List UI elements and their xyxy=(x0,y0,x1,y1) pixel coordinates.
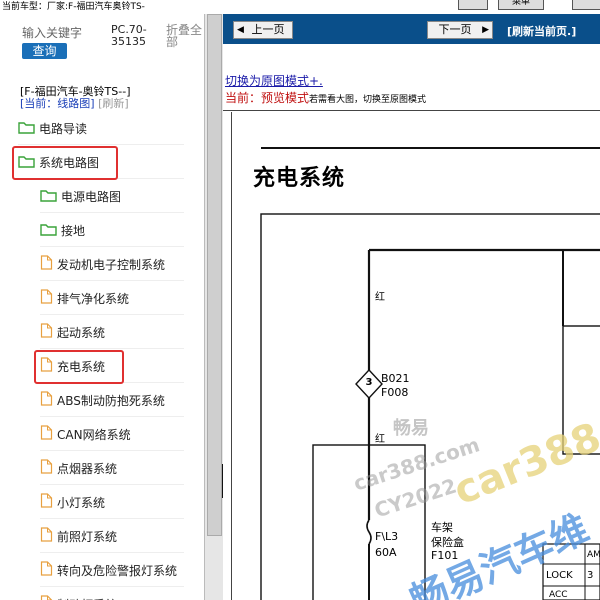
folder-icon xyxy=(40,183,57,213)
search-box: 输入关键字 查询 xyxy=(22,24,92,59)
tree-item[interactable]: 起动系统 xyxy=(40,318,184,349)
current-car-label: 当前车型：厂家:F-福田汽车奥铃TS- xyxy=(2,2,145,12)
folder-icon xyxy=(40,217,57,247)
tree-item[interactable]: 前照灯系统 xyxy=(40,522,184,553)
arrow-right-icon: ▶ xyxy=(482,25,489,35)
fusebox-label-2: 保险盒 xyxy=(431,536,464,549)
left-panel: 输入关键字 查询 PC.70- 35135 折叠全 部 [F-福田汽车-奥铃TS… xyxy=(0,14,204,600)
diagram-title: 充电系统 xyxy=(253,166,346,191)
tree-item[interactable]: ABS制动防抱死系统 xyxy=(40,386,184,417)
page-icon xyxy=(40,319,53,349)
page-icon xyxy=(40,523,53,553)
tree-item[interactable]: 转向及危险警报灯系统 xyxy=(40,556,184,587)
scrollbar-thumb[interactable] xyxy=(207,14,222,536)
ignition-am-label: AM xyxy=(587,550,600,560)
top-bar: 当前车型：厂家:F-福田汽车奥铃TS- 菜单 xyxy=(0,0,600,14)
menu-button[interactable]: 菜单 xyxy=(498,0,544,10)
breadcrumb: [F-福田汽车-奥铃TS--] [当前：线路图] [刷新] xyxy=(20,86,131,110)
ignition-acc-label: ACC xyxy=(549,590,568,600)
preview-mode-label: 当前：预览模式 xyxy=(225,91,310,105)
refresh-page-link[interactable]: [刷新当前页.] xyxy=(507,23,576,39)
tree-item-label: 排气净化系统 xyxy=(57,292,130,306)
page-top-rule xyxy=(223,110,600,111)
wire-color-label-top: 红 xyxy=(375,292,385,303)
fusebox-code: F101 xyxy=(431,549,459,562)
tree-item-label: 发动机电子控制系统 xyxy=(57,258,166,272)
tree-item-label: 小灯系统 xyxy=(57,496,106,510)
tree-item-label: 接地 xyxy=(61,224,86,238)
tree-item[interactable]: 排气净化系统 xyxy=(40,284,184,315)
model-code: PC.70- 35135 xyxy=(111,24,147,48)
prev-page-button[interactable]: ◀ 上一页 xyxy=(233,21,293,39)
page-icon xyxy=(40,489,53,519)
left-scrollbar[interactable] xyxy=(204,14,224,600)
tree-item[interactable]: 点烟器系统 xyxy=(40,454,184,485)
folder-icon xyxy=(18,115,35,145)
tree-item[interactable]: 小灯系统 xyxy=(40,488,184,519)
page-icon xyxy=(40,421,53,451)
breadcrumb-refresh[interactable]: [刷新] xyxy=(98,97,129,110)
wire-color-label-mid: 红 xyxy=(375,434,385,445)
model-code-line2: 35135 xyxy=(111,35,146,48)
connector-code-b: B021 xyxy=(381,372,410,385)
query-button[interactable]: 查询 xyxy=(22,43,67,59)
search-input[interactable]: 输入关键字 xyxy=(22,24,92,41)
tree-item[interactable]: CAN网络系统 xyxy=(40,420,184,451)
tree-item-label: 转向及危险警报灯系统 xyxy=(57,564,178,578)
tree-item-label: 前照灯系统 xyxy=(57,530,118,544)
breadcrumb-current: [当前：线路图] xyxy=(20,97,95,110)
tree-item-label: 起动系统 xyxy=(57,326,106,340)
fuse-rating: 60A xyxy=(375,546,397,559)
collapse-all-link[interactable]: 折叠全 部 xyxy=(166,24,202,48)
connector-code-f: F008 xyxy=(381,386,409,399)
next-page-button[interactable]: 下一页 ▶ xyxy=(427,21,493,39)
page-icon xyxy=(40,455,53,485)
page-icon xyxy=(40,591,53,600)
tree-item[interactable]: 制动灯系统 xyxy=(40,590,184,600)
prev-page-label: 上一页 xyxy=(251,23,285,36)
fusebox-label-1: 车架 xyxy=(431,521,453,534)
tree-item-label: CAN网络系统 xyxy=(57,428,131,442)
page-nav-bar: ◀ 上一页 下一页 ▶ [刷新当前页.] xyxy=(223,14,600,44)
fuse-name: F\L3 xyxy=(375,530,399,543)
ignition-lock-label: LOCK xyxy=(546,570,573,581)
highlight-box-system-diagrams xyxy=(12,146,118,180)
page-icon xyxy=(40,251,53,281)
page-icon xyxy=(40,557,53,587)
arrow-left-icon: ◀ xyxy=(237,25,244,35)
connector-pin-number: 3 xyxy=(365,377,373,388)
tree-item-label: 电源电路图 xyxy=(61,190,122,204)
preview-mode-hint: 若需看大图，切换至原图模式 xyxy=(309,95,427,105)
ignition-value: 3 xyxy=(587,570,594,581)
next-page-label: 下一页 xyxy=(438,23,472,36)
tree-item-label: 电路导读 xyxy=(39,122,88,136)
page-icon xyxy=(40,387,53,417)
tree-item[interactable]: 电路导读 xyxy=(18,114,184,145)
tree-item[interactable]: 发动机电子控制系统 xyxy=(40,250,184,281)
right-panel: ◀ 上一页 下一页 ▶ [刷新当前页.] 切换为原图模式+. 当前：预览模式若需… xyxy=(223,14,600,600)
toolbar-button-right[interactable] xyxy=(572,0,600,10)
toolbar-button[interactable] xyxy=(458,0,488,10)
preview-mode-status: 当前：预览模式若需看大图，切换至原图模式 xyxy=(225,89,426,106)
tree-item-label: ABS制动防抱死系统 xyxy=(57,394,165,408)
collapse-all-line2: 部 xyxy=(166,35,179,49)
highlight-box-charging-system xyxy=(34,350,124,384)
tree-item[interactable]: 电源电路图 xyxy=(40,182,184,213)
tree-item[interactable]: 接地 xyxy=(40,216,184,247)
tree-item-label: 点烟器系统 xyxy=(57,462,118,476)
switch-original-mode-link[interactable]: 切换为原图模式+. xyxy=(225,72,323,89)
page-icon xyxy=(40,285,53,315)
